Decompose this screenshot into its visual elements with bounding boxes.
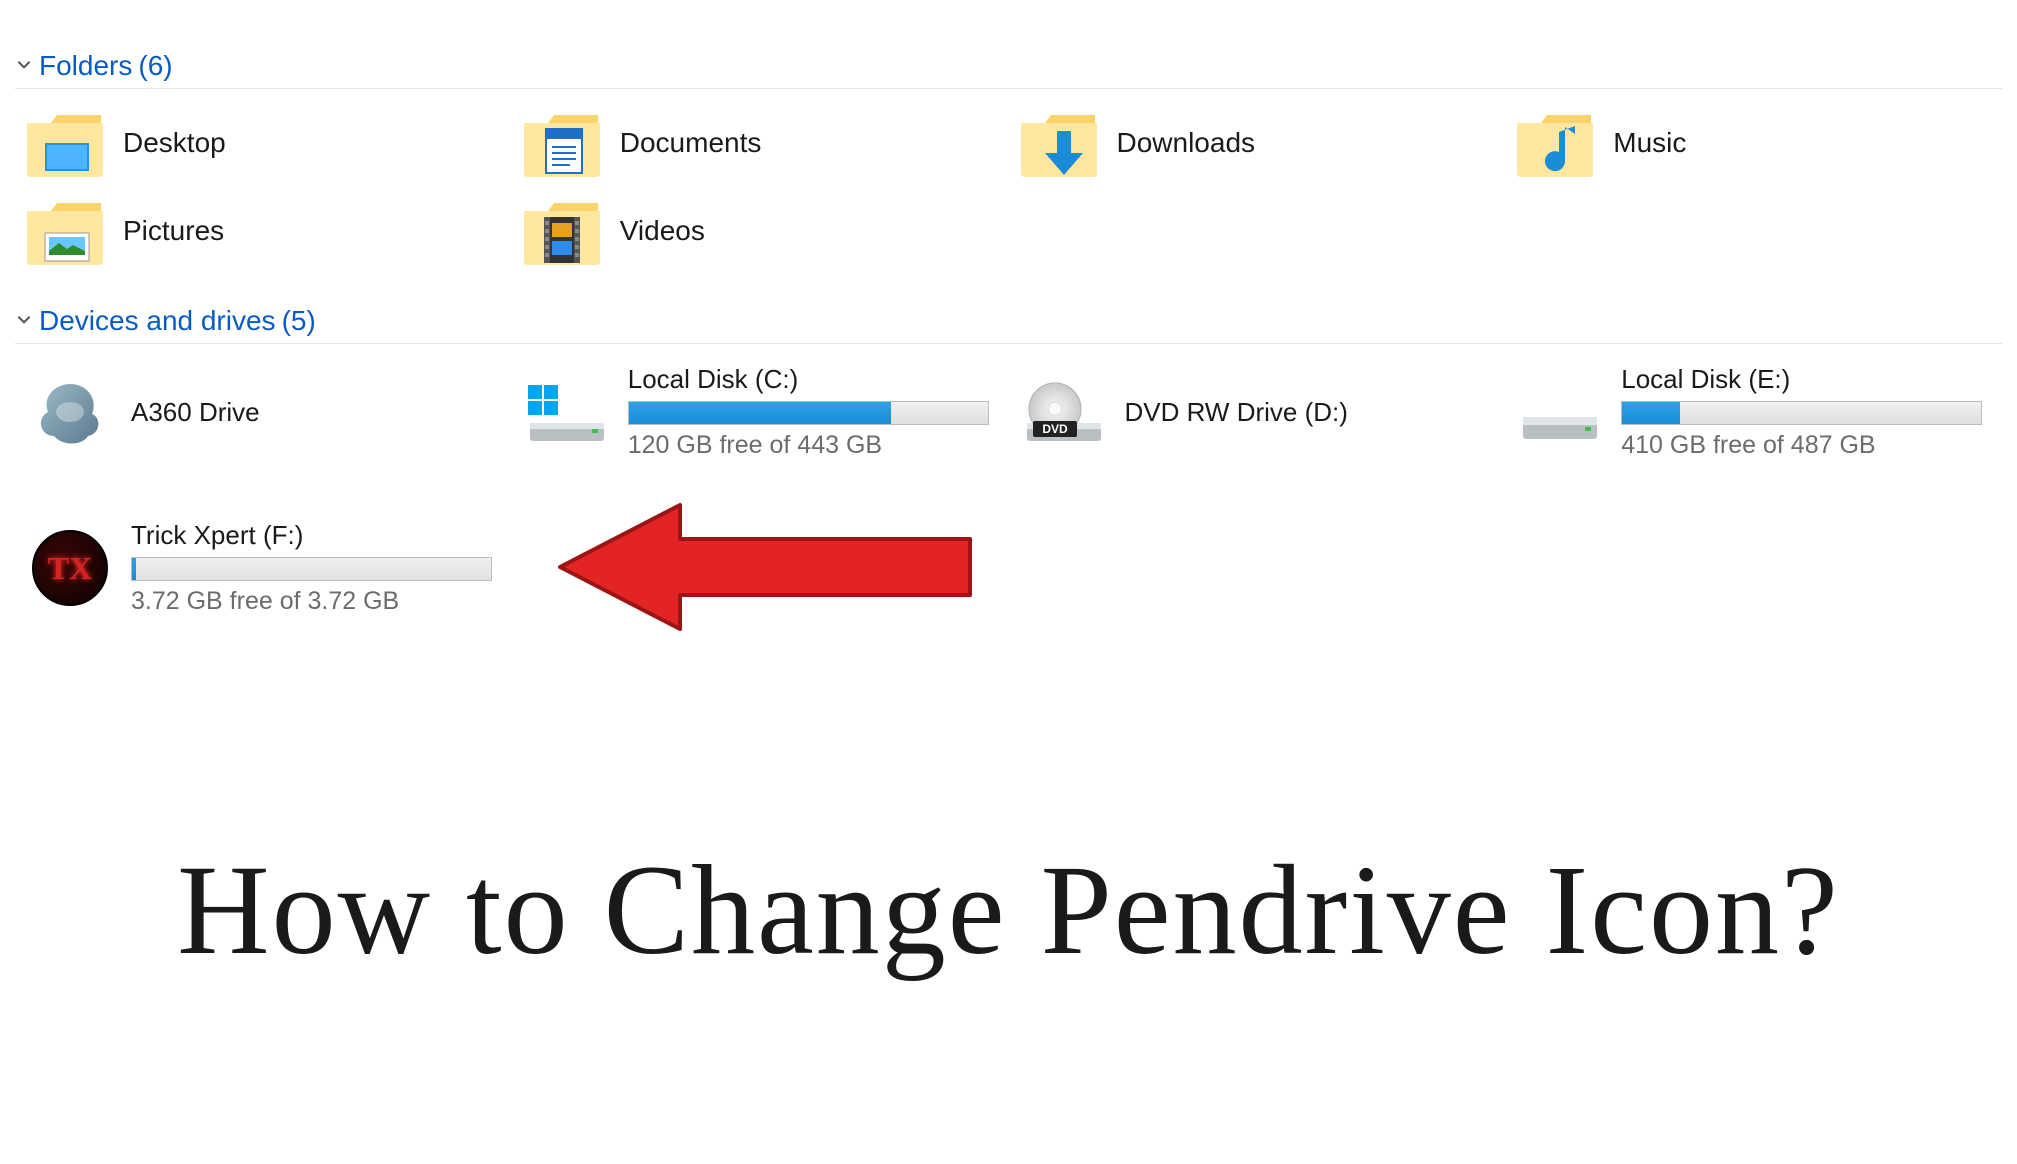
folder-desktop-icon xyxy=(25,109,105,177)
windows-drive-icon xyxy=(522,377,612,447)
drive-local-e[interactable]: Local Disk (E:) 410 GB free of 487 GB xyxy=(1515,364,2002,460)
drive-free-text: 3.72 GB free of 3.72 GB xyxy=(131,587,492,616)
storage-bar xyxy=(1621,401,1982,425)
folder-documents-icon xyxy=(522,109,602,177)
folder-music[interactable]: Music xyxy=(1515,109,2002,177)
drives-section-header[interactable]: Devices and drives (5) xyxy=(15,305,2002,344)
drives-title: Devices and drives xyxy=(39,305,276,337)
a360-cloud-icon xyxy=(25,377,115,447)
folder-documents[interactable]: Documents xyxy=(522,109,1009,177)
drive-free-text: 120 GB free of 443 GB xyxy=(628,431,989,460)
drive-name: Local Disk (C:) xyxy=(628,364,989,395)
folders-count: (6) xyxy=(138,50,172,82)
hard-drive-icon xyxy=(1515,377,1605,447)
folder-music-icon xyxy=(1515,109,1595,177)
folders-section-header[interactable]: Folders (6) xyxy=(15,50,2002,89)
chevron-down-icon xyxy=(15,55,33,78)
folders-title: Folders xyxy=(39,50,132,82)
drive-name: A360 Drive xyxy=(131,397,492,428)
dvd-drive-icon: DVD xyxy=(1019,377,1109,447)
drives-grid: A360 Drive Local Disk (C:) 120 GB free o… xyxy=(15,364,2002,616)
page-caption: How to Change Pendrive Icon? xyxy=(0,837,2017,984)
drive-dvd[interactable]: DVD DVD RW Drive (D:) xyxy=(1019,364,1506,460)
folder-label: Desktop xyxy=(123,127,226,159)
folders-grid: Desktop Documents Downloads Music Pictur… xyxy=(15,109,2002,265)
folder-pictures[interactable]: Pictures xyxy=(25,197,512,265)
folder-videos[interactable]: Videos xyxy=(522,197,1009,265)
folder-downloads-icon xyxy=(1019,109,1099,177)
folder-label: Music xyxy=(1613,127,1686,159)
drive-name: Local Disk (E:) xyxy=(1621,364,1982,395)
folder-downloads[interactable]: Downloads xyxy=(1019,109,1506,177)
folder-label: Videos xyxy=(620,215,705,247)
svg-text:DVD: DVD xyxy=(1042,422,1068,436)
folder-label: Downloads xyxy=(1117,127,1256,159)
folder-videos-icon xyxy=(522,197,602,265)
storage-bar xyxy=(131,557,492,581)
drive-name: Trick Xpert (F:) xyxy=(131,520,492,551)
trickxpert-custom-icon: TX xyxy=(25,533,115,603)
chevron-down-icon xyxy=(15,310,33,333)
drive-name: DVD RW Drive (D:) xyxy=(1125,397,1486,428)
drive-trickxpert-f[interactable]: TX Trick Xpert (F:) 3.72 GB free of 3.72… xyxy=(25,520,512,616)
folder-label: Documents xyxy=(620,127,762,159)
storage-bar xyxy=(628,401,989,425)
drive-local-c[interactable]: Local Disk (C:) 120 GB free of 443 GB xyxy=(522,364,1009,460)
folder-pictures-icon xyxy=(25,197,105,265)
drive-a360[interactable]: A360 Drive xyxy=(25,364,512,460)
drive-free-text: 410 GB free of 487 GB xyxy=(1621,431,1982,460)
drives-count: (5) xyxy=(282,305,316,337)
folder-desktop[interactable]: Desktop xyxy=(25,109,512,177)
folder-label: Pictures xyxy=(123,215,224,247)
